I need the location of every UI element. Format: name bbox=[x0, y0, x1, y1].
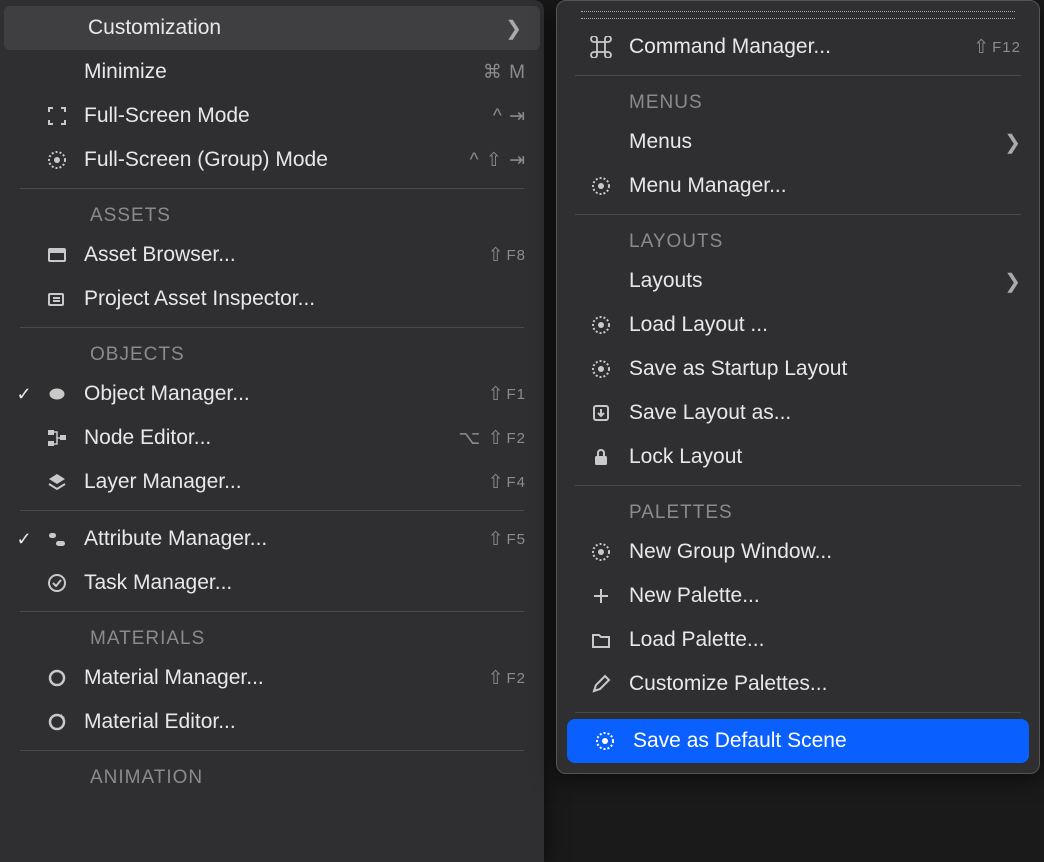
shortcut: ⇧ F1 bbox=[488, 383, 526, 406]
shortcut: ⇧ F12 bbox=[973, 36, 1021, 59]
chevron-right-icon: ❯ bbox=[505, 16, 522, 41]
menu-item-new-group-window[interactable]: New Group Window... bbox=[563, 530, 1033, 574]
shortcut: ⇧ F2 bbox=[488, 667, 526, 690]
menu-item-command-manager[interactable]: Command Manager... ⇧ F12 bbox=[563, 25, 1033, 69]
shortcut: ^ ⇥ bbox=[493, 105, 526, 128]
shortcut: ⌥ ⇧ F2 bbox=[458, 427, 526, 450]
shortcut: ⇧ F8 bbox=[488, 244, 526, 267]
layers-icon bbox=[38, 471, 76, 493]
gear-icon bbox=[38, 149, 76, 171]
chevron-right-icon: ❯ bbox=[1004, 130, 1021, 155]
download-icon bbox=[581, 402, 621, 424]
menu-item-minimize[interactable]: Minimize ⌘ M bbox=[0, 50, 544, 94]
sphere-icon bbox=[38, 383, 76, 405]
fullscreen-icon bbox=[38, 105, 76, 127]
shortcut: ⌘ M bbox=[483, 61, 526, 84]
menu-item-load-layout[interactable]: Load Layout ... bbox=[563, 303, 1033, 347]
menu-item-task-manager[interactable]: Task Manager... bbox=[0, 561, 544, 605]
menu-item-menu-manager[interactable]: Menu Manager... bbox=[563, 164, 1033, 208]
menu-item-fullscreen-group[interactable]: Full-Screen (Group) Mode ^ ⇧ ⇥ bbox=[0, 138, 544, 182]
check-circle-icon bbox=[38, 572, 76, 594]
gear-icon bbox=[581, 541, 621, 563]
window-menu: Customization ❯ Minimize ⌘ M Full-Screen… bbox=[0, 0, 544, 862]
separator bbox=[575, 485, 1021, 486]
separator bbox=[20, 611, 524, 612]
section-header-objects: OBJECTS bbox=[0, 334, 544, 372]
asset-browser-icon bbox=[38, 244, 76, 266]
check-icon: ✓ bbox=[10, 529, 38, 550]
ring-icon bbox=[38, 667, 76, 689]
folder-icon bbox=[581, 629, 621, 651]
ring-arrow-icon bbox=[38, 711, 76, 733]
gear-icon bbox=[585, 730, 625, 752]
menu-item-layer-manager[interactable]: Layer Manager... ⇧ F4 bbox=[0, 460, 544, 504]
gear-icon bbox=[581, 314, 621, 336]
menu-item-save-layout-as[interactable]: Save Layout as... bbox=[563, 391, 1033, 435]
menu-item-node-editor[interactable]: Node Editor... ⌥ ⇧ F2 bbox=[0, 416, 544, 460]
menu-item-new-palette[interactable]: New Palette... bbox=[563, 574, 1033, 618]
pencil-icon bbox=[581, 673, 621, 695]
menu-item-asset-browser[interactable]: Asset Browser... ⇧ F8 bbox=[0, 233, 544, 277]
nodes-icon bbox=[38, 427, 76, 449]
gear-icon bbox=[581, 358, 621, 380]
separator bbox=[575, 712, 1021, 713]
section-header-materials: MATERIALS bbox=[0, 618, 544, 656]
menu-item-save-default-scene[interactable]: Save as Default Scene bbox=[567, 719, 1029, 763]
menu-item-object-manager[interactable]: ✓ Object Manager... ⇧ F1 bbox=[0, 372, 544, 416]
plus-icon bbox=[581, 585, 621, 607]
menu-item-fullscreen[interactable]: Full-Screen Mode ^ ⇥ bbox=[0, 94, 544, 138]
separator bbox=[20, 750, 524, 751]
customization-submenu: Command Manager... ⇧ F12 MENUS Menus ❯ M… bbox=[556, 0, 1040, 774]
section-header-animation: ANIMATION bbox=[0, 757, 544, 795]
section-header-palettes: PALETTES bbox=[563, 492, 1033, 530]
separator bbox=[20, 188, 524, 189]
gear-icon bbox=[581, 175, 621, 197]
menu-item-project-asset-inspector[interactable]: Project Asset Inspector... bbox=[0, 277, 544, 321]
separator bbox=[20, 510, 524, 511]
menu-item-material-editor[interactable]: Material Editor... bbox=[0, 700, 544, 744]
separator bbox=[575, 214, 1021, 215]
menu-item-material-manager[interactable]: Material Manager... ⇧ F2 bbox=[0, 656, 544, 700]
menu-item-menus[interactable]: Menus ❯ bbox=[563, 120, 1033, 164]
menu-item-layouts[interactable]: Layouts ❯ bbox=[563, 259, 1033, 303]
menu-item-save-startup-layout[interactable]: Save as Startup Layout bbox=[563, 347, 1033, 391]
command-icon bbox=[581, 36, 621, 58]
check-icon: ✓ bbox=[10, 384, 38, 405]
section-header-assets: ASSETS bbox=[0, 195, 544, 233]
menu-item-customize-palettes[interactable]: Customize Palettes... bbox=[563, 662, 1033, 706]
drag-grip[interactable] bbox=[581, 11, 1015, 19]
section-header-menus: MENUS bbox=[563, 82, 1033, 120]
separator bbox=[20, 327, 524, 328]
sliders-icon bbox=[38, 528, 76, 550]
shortcut: ^ ⇧ ⇥ bbox=[470, 149, 526, 172]
lock-icon bbox=[581, 446, 621, 468]
menu-item-load-palette[interactable]: Load Palette... bbox=[563, 618, 1033, 662]
section-header-layouts: LAYOUTS bbox=[563, 221, 1033, 259]
menu-item-attribute-manager[interactable]: ✓ Attribute Manager... ⇧ F5 bbox=[0, 517, 544, 561]
folder-list-icon bbox=[38, 288, 76, 310]
shortcut: ⇧ F5 bbox=[488, 528, 526, 551]
menu-item-customization[interactable]: Customization ❯ bbox=[4, 6, 540, 50]
menu-item-lock-layout[interactable]: Lock Layout bbox=[563, 435, 1033, 479]
separator bbox=[575, 75, 1021, 76]
label: Customization bbox=[80, 16, 505, 40]
chevron-right-icon: ❯ bbox=[1004, 269, 1021, 294]
shortcut: ⇧ F4 bbox=[488, 471, 526, 494]
